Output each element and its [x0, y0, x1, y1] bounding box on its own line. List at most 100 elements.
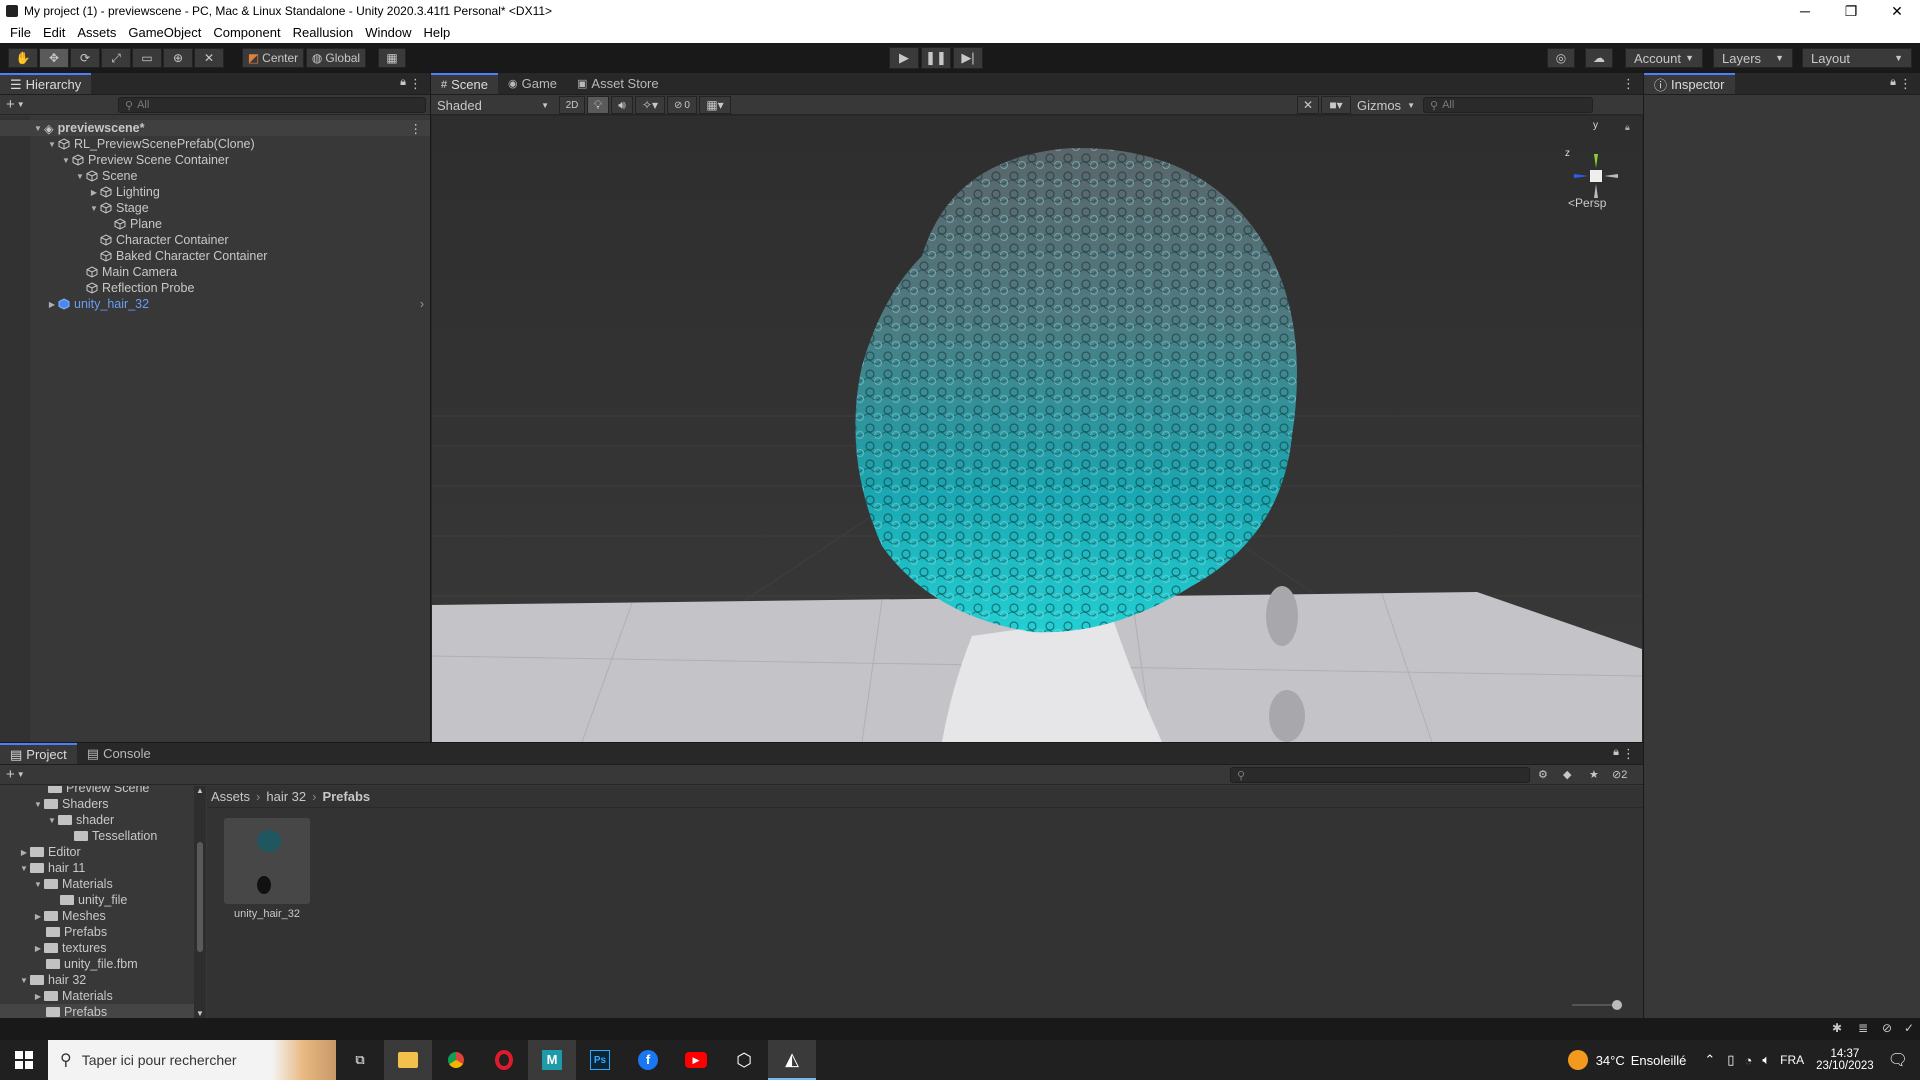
- hierarchy-item[interactable]: ▼ Preview Scene Container: [0, 152, 430, 168]
- unity-editor-icon[interactable]: ◭: [768, 1040, 816, 1080]
- maximize-button[interactable]: ❐: [1828, 0, 1874, 22]
- kebab-menu-icon[interactable]: ⋮: [410, 121, 423, 136]
- chevron-right-icon[interactable]: ▶: [32, 992, 44, 1001]
- global-local-toggle[interactable]: ◍ Global: [306, 48, 366, 68]
- projection-toggle[interactable]: <Persp: [1568, 196, 1606, 210]
- chevron-down-icon[interactable]: ▼: [88, 204, 100, 213]
- file-explorer-icon[interactable]: [384, 1040, 432, 1080]
- asset-item[interactable]: unity_hair_32: [224, 818, 310, 920]
- menu-file[interactable]: File: [4, 25, 37, 40]
- chevron-right-icon[interactable]: ▶: [32, 944, 44, 953]
- chevron-down-icon[interactable]: ▼: [74, 172, 86, 181]
- kebab-menu-icon[interactable]: ⋮: [409, 76, 422, 92]
- folder-item[interactable]: ▼ hair 11: [0, 860, 206, 876]
- chevron-right-icon[interactable]: ▶: [18, 848, 30, 857]
- transform-tool-icon[interactable]: ⊕: [163, 48, 193, 68]
- wifi-icon[interactable]: ◔: [1744, 1053, 1752, 1068]
- menu-assets[interactable]: Assets: [71, 25, 122, 40]
- scale-tool-icon[interactable]: ⤢: [101, 48, 131, 68]
- opera-icon[interactable]: [480, 1040, 528, 1080]
- kebab-menu-icon[interactable]: ⋮: [1622, 746, 1635, 762]
- folder-item[interactable]: ▼ shader: [0, 812, 206, 828]
- step-icon[interactable]: ▶|: [953, 47, 983, 69]
- tree-scrollbar[interactable]: ▲ ▼: [194, 786, 206, 1018]
- tab-asset-store[interactable]: ▣ Asset Store: [567, 73, 669, 94]
- chevron-right-icon[interactable]: ▶: [88, 188, 100, 197]
- audio-icon[interactable]: 🔊︎: [611, 96, 633, 114]
- chevron-down-icon[interactable]: ▼: [32, 880, 44, 889]
- pause-icon[interactable]: ❚❚: [921, 47, 951, 69]
- chevron-down-icon[interactable]: ▼: [32, 124, 44, 133]
- check-icon[interactable]: ✓: [1904, 1021, 1914, 1035]
- breadcrumb-assets[interactable]: Assets: [211, 789, 250, 804]
- scene-search-input[interactable]: ⚲ All: [1423, 97, 1593, 113]
- chevron-down-icon[interactable]: ▼: [17, 770, 25, 779]
- taskbar-search-input[interactable]: ⚲ Taper ici pour rechercher: [48, 1040, 336, 1080]
- scroll-up-icon[interactable]: ▲: [196, 786, 204, 795]
- filter-type-icon[interactable]: ⚙: [1538, 768, 1548, 781]
- chevron-down-icon[interactable]: ▼: [18, 864, 30, 873]
- menu-gameobject[interactable]: GameObject: [122, 25, 207, 40]
- notification-icon[interactable]: 🗨︎: [1888, 1050, 1908, 1070]
- hand-tool-icon[interactable]: ✋: [8, 48, 38, 68]
- hierarchy-item[interactable]: Plane: [0, 216, 430, 232]
- hierarchy-item[interactable]: Character Container: [0, 232, 430, 248]
- lock-icon[interactable]: 🔒︎: [400, 76, 406, 89]
- hierarchy-item[interactable]: Reflection Probe: [0, 280, 430, 296]
- kebab-menu-icon[interactable]: ⋮: [1899, 76, 1912, 92]
- gizmos-dropdown[interactable]: Gizmos ▼: [1353, 96, 1419, 114]
- hierarchy-item[interactable]: Main Camera: [0, 264, 430, 280]
- unity-hub-icon[interactable]: ⬡: [720, 1040, 768, 1080]
- hierarchy-item[interactable]: Baked Character Container: [0, 248, 430, 264]
- minimize-button[interactable]: ─: [1782, 0, 1828, 22]
- menu-reallusion[interactable]: Reallusion: [287, 25, 360, 40]
- tab-game[interactable]: ◉ Game: [498, 73, 567, 94]
- pivot-center-toggle[interactable]: ◩ Center: [242, 48, 304, 68]
- menu-edit[interactable]: Edit: [37, 25, 71, 40]
- effects-icon[interactable]: ✧▾: [635, 96, 665, 114]
- tab-inspector[interactable]: ⓘ Inspector: [1644, 73, 1735, 94]
- folder-item[interactable]: Prefabs: [0, 924, 206, 940]
- zoom-slider-thumb[interactable]: [1612, 1000, 1622, 1010]
- filter-label-icon[interactable]: ◆: [1563, 768, 1571, 781]
- grid-settings-icon[interactable]: ▦▾: [699, 96, 731, 114]
- folder-item[interactable]: Preview Scene: [0, 786, 206, 796]
- hidden-objects-toggle[interactable]: ⊘ 0: [667, 96, 697, 114]
- chrome-icon[interactable]: [432, 1040, 480, 1080]
- windows-start-icon[interactable]: [0, 1040, 48, 1080]
- layout-dropdown[interactable]: Layout ▼: [1802, 48, 1912, 68]
- folder-item[interactable]: ▼ Materials: [0, 876, 206, 892]
- hierarchy-item[interactable]: ▶ Lighting: [0, 184, 430, 200]
- weather-temp[interactable]: 34°C: [1596, 1053, 1625, 1068]
- hierarchy-item[interactable]: ▼ RL_PreviewScenePrefab(Clone): [0, 136, 430, 152]
- toggle-2d-button[interactable]: 2D: [559, 96, 585, 114]
- chevron-up-icon[interactable]: ⌃: [1704, 1052, 1715, 1068]
- scene-row[interactable]: ▼ ◈ previewscene* ⋮: [0, 120, 430, 136]
- account-dropdown[interactable]: Account ▼: [1625, 48, 1703, 68]
- hidden-layers-toggle[interactable]: ⊘2: [1612, 768, 1627, 781]
- hierarchy-item[interactable]: ▼ Scene: [0, 168, 430, 184]
- folder-item[interactable]: ▶ Materials: [0, 988, 206, 1004]
- shading-mode-dropdown[interactable]: Shaded ▼: [433, 96, 553, 114]
- scene-viewport[interactable]: y z 🔒︎ <Persp: [432, 116, 1642, 742]
- tab-console[interactable]: ▤ Console: [77, 743, 161, 764]
- tab-project[interactable]: ▤ Project: [0, 743, 77, 764]
- kebab-menu-icon[interactable]: ⋮: [1622, 76, 1635, 92]
- hierarchy-search-input[interactable]: ⚲ All: [118, 97, 426, 113]
- language-indicator[interactable]: FRA: [1780, 1053, 1804, 1067]
- chevron-right-icon[interactable]: ▶: [32, 912, 44, 921]
- scrollbar-thumb[interactable]: [197, 842, 203, 952]
- zoom-slider[interactable]: [1572, 1000, 1622, 1010]
- folder-item[interactable]: ▶ Editor: [0, 844, 206, 860]
- photoshop-icon[interactable]: Ps: [576, 1040, 624, 1080]
- maya-icon[interactable]: M: [528, 1040, 576, 1080]
- folder-item[interactable]: ▶ Meshes: [0, 908, 206, 924]
- facebook-icon[interactable]: f: [624, 1040, 672, 1080]
- layers-dropdown[interactable]: Layers ▼: [1713, 48, 1793, 68]
- chevron-down-icon[interactable]: ▼: [46, 140, 58, 149]
- menu-window[interactable]: Window: [359, 25, 417, 40]
- hierarchy-item-prefab[interactable]: ▶ unity_hair_32 ›: [0, 296, 430, 312]
- hierarchy-item[interactable]: ▼ Stage: [0, 200, 430, 216]
- device-icon[interactable]: ▯: [1727, 1052, 1734, 1068]
- gizmo-lock-icon[interactable]: 🔒︎: [1625, 122, 1630, 133]
